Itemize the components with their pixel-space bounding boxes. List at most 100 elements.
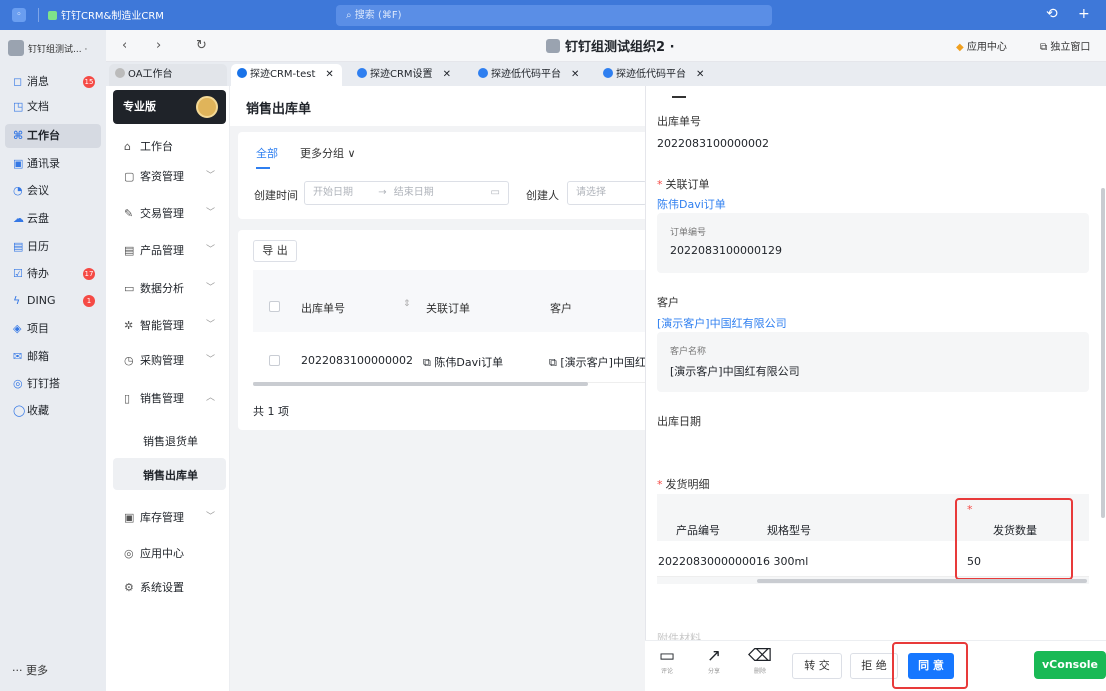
page-title: 销售出库单 xyxy=(246,102,312,117)
reject-button[interactable]: 拒 绝 xyxy=(850,653,898,679)
close-icon[interactable]: ✕ xyxy=(696,69,704,80)
sort-icon[interactable]: ⇕ xyxy=(403,299,411,309)
comment-button[interactable]: ▭ 评论 xyxy=(655,646,679,675)
crm-menu-item[interactable]: ◎ 应用中心 xyxy=(124,545,184,561)
outbound-no-value: 2022083100000002 xyxy=(657,137,769,150)
detail-label: * 发货明细 xyxy=(657,476,710,492)
tab-oa[interactable]: OA工作台 xyxy=(109,64,227,86)
nav-item-meeting[interactable]: ◔ 会议 xyxy=(5,179,101,203)
crm-menu-item[interactable]: ▯ 销售管理 ︿ xyxy=(124,390,215,406)
horizontal-scrollbar[interactable] xyxy=(757,579,1087,583)
nav-item-doc[interactable]: ◳ 文档 xyxy=(5,95,101,119)
transfer-button[interactable]: 转 交 xyxy=(792,653,842,679)
drag-handle[interactable] xyxy=(672,96,686,98)
row-checkbox[interactable] xyxy=(269,355,280,366)
crm-icon xyxy=(237,68,247,78)
share-button[interactable]: ↗ 分享 xyxy=(702,646,726,675)
nav-item-project[interactable]: ◈ 项目 xyxy=(5,317,101,341)
crm-menu-label: 系统设置 xyxy=(140,581,184,594)
nav-item-cloud[interactable]: ☁ 云盘 xyxy=(5,207,101,231)
crm-menu-item[interactable]: ▣ 库存管理 ﹀ xyxy=(124,509,215,525)
close-icon[interactable]: ✕ xyxy=(325,69,333,80)
col-outbound-no[interactable]: 出库单号 xyxy=(301,300,345,316)
crm-menu-item[interactable]: ▢ 客资管理 ﹀ xyxy=(124,168,215,184)
vconsole-button[interactable]: vConsole xyxy=(1034,651,1106,679)
vertical-scrollbar[interactable] xyxy=(1101,188,1105,518)
horizontal-scrollbar[interactable] xyxy=(253,382,588,386)
crm-menu-item[interactable]: 销售退货单 xyxy=(143,433,198,449)
link-icon: ⧉ xyxy=(549,356,561,369)
select-all-checkbox[interactable] xyxy=(269,301,280,312)
customer-link[interactable]: [演示客户]中国红有限公司 xyxy=(657,315,787,331)
menu-icon: ▢ xyxy=(124,170,135,183)
window-title[interactable]: 钉钉组测试组织2 · xyxy=(546,36,675,55)
org-switcher[interactable]: 钉钉组测试... · xyxy=(8,40,104,56)
related-order-label: * 关联订单 xyxy=(657,176,710,192)
start-date-placeholder: 开始日期 xyxy=(313,187,353,198)
crm-menu-item[interactable]: ⚙ 系统设置 xyxy=(124,579,184,595)
history-icon[interactable]: ⟲ xyxy=(1046,6,1058,22)
nav-item-ding[interactable]: ϟ DING 1 xyxy=(5,289,101,313)
standalone-window-button[interactable]: ⧉ 独立窗口 xyxy=(1040,38,1090,53)
builder-icon: ◎ xyxy=(13,377,23,390)
nav-item-todo[interactable]: ☑ 待办 17 xyxy=(5,262,101,286)
nav-item-mail[interactable]: ✉ 邮箱 xyxy=(5,345,101,369)
back-icon[interactable]: ‹ xyxy=(122,38,127,53)
window-icon: ⧉ xyxy=(1040,42,1048,53)
cell-outbound-no[interactable]: 2022083100000002 xyxy=(301,354,413,367)
crm-menu-label: 客资管理 xyxy=(140,170,184,183)
creator-select[interactable]: 请选择 xyxy=(567,181,647,205)
nav-item-contacts[interactable]: ▣ 通讯录 xyxy=(5,152,101,176)
tab-lowcode-2[interactable]: 探迹低代码平台 ✕ xyxy=(597,64,712,86)
search-placeholder: 搜索 (⌘F) xyxy=(354,10,402,21)
app-center-button[interactable]: ◆ 应用中心 xyxy=(956,38,1007,53)
nav-item-workbench[interactable]: ⌘ 工作台 xyxy=(5,124,101,148)
nav-item-builder[interactable]: ◎ 钉钉搭 xyxy=(5,372,101,396)
delete-button[interactable]: ⌫ 删除 xyxy=(748,646,772,675)
more-button[interactable]: ··· 更多 xyxy=(12,662,48,678)
date-range-input[interactable]: 开始日期 → 结束日期 ▭ xyxy=(304,181,509,205)
forward-icon[interactable]: › xyxy=(156,38,161,53)
menu-icon: ⚙ xyxy=(124,581,134,594)
crm-menu-item[interactable]: ◷ 采购管理 ﹀ xyxy=(124,352,215,368)
required-mark: * xyxy=(657,478,663,491)
tab-more-groups[interactable]: 更多分组 ∨ xyxy=(300,145,356,161)
cell-related-order[interactable]: ⧉ 陈伟Davi订单 xyxy=(423,354,503,370)
ding-icon: ϟ xyxy=(13,294,21,307)
customer-label: 客户 xyxy=(657,296,679,309)
nav-label: 通讯录 xyxy=(27,157,60,170)
tab-crm-settings[interactable]: 探迹CRM设置 ✕ xyxy=(351,64,459,86)
nav-item-message[interactable]: ◻ 消息 15 xyxy=(5,70,101,94)
menu-icon: ✎ xyxy=(124,207,134,220)
global-search-input[interactable]: ⌕ 搜索 (⌘F) xyxy=(336,5,772,26)
crm-menu-item[interactable]: ▭ 数据分析 ﹀ xyxy=(124,280,215,296)
menu-icon: ◷ xyxy=(124,354,134,367)
approve-highlight xyxy=(892,642,968,689)
dingtalk-logo-icon[interactable]: ◦ xyxy=(12,8,26,22)
tab-lowcode-1[interactable]: 探迹低代码平台 ✕ xyxy=(472,64,587,86)
nav-item-favorite[interactable]: ◯ 收藏 xyxy=(5,399,101,423)
refresh-icon[interactable]: ↻ xyxy=(196,38,207,53)
close-icon[interactable]: ✕ xyxy=(443,69,451,80)
nav-item-calendar[interactable]: ▤ 日历 xyxy=(5,235,101,259)
crm-menu-item[interactable]: 销售出库单 xyxy=(143,467,198,483)
crm-menu-item[interactable]: ✲ 智能管理 ﹀ xyxy=(124,317,215,333)
quantity-highlight xyxy=(955,498,1073,580)
message-icon: ◻ xyxy=(13,75,23,88)
tab-all[interactable]: 全部 xyxy=(256,145,278,161)
plus-icon[interactable]: + xyxy=(1078,6,1090,22)
nav-label: 项目 xyxy=(27,322,49,335)
cell-customer[interactable]: ⧉ [演示客户]中国红 xyxy=(549,354,649,370)
order-no-value: 2022083100000129 xyxy=(670,244,782,257)
export-button[interactable]: 导 出 xyxy=(253,240,297,262)
tab-crm-test[interactable]: 探迹CRM-test ✕ xyxy=(231,64,342,86)
crm-menu-item[interactable]: ⌂ 工作台 xyxy=(124,138,173,154)
crm-menu-item[interactable]: ✎ 交易管理 ﹀ xyxy=(124,205,215,221)
close-icon[interactable]: ✕ xyxy=(571,69,579,80)
app-name[interactable]: 钉钉CRM&制造业CRM xyxy=(48,7,164,22)
customer-name-value: [演示客户]中国红有限公司 xyxy=(670,365,800,378)
crm-menu-item[interactable]: ▤ 产品管理 ﹀ xyxy=(124,242,215,258)
related-order-link[interactable]: 陈伟Davi订单 xyxy=(657,196,726,212)
app-name-label: 钉钉CRM&制造业CRM xyxy=(61,11,164,22)
edition-badge: 专业版 xyxy=(113,90,226,124)
